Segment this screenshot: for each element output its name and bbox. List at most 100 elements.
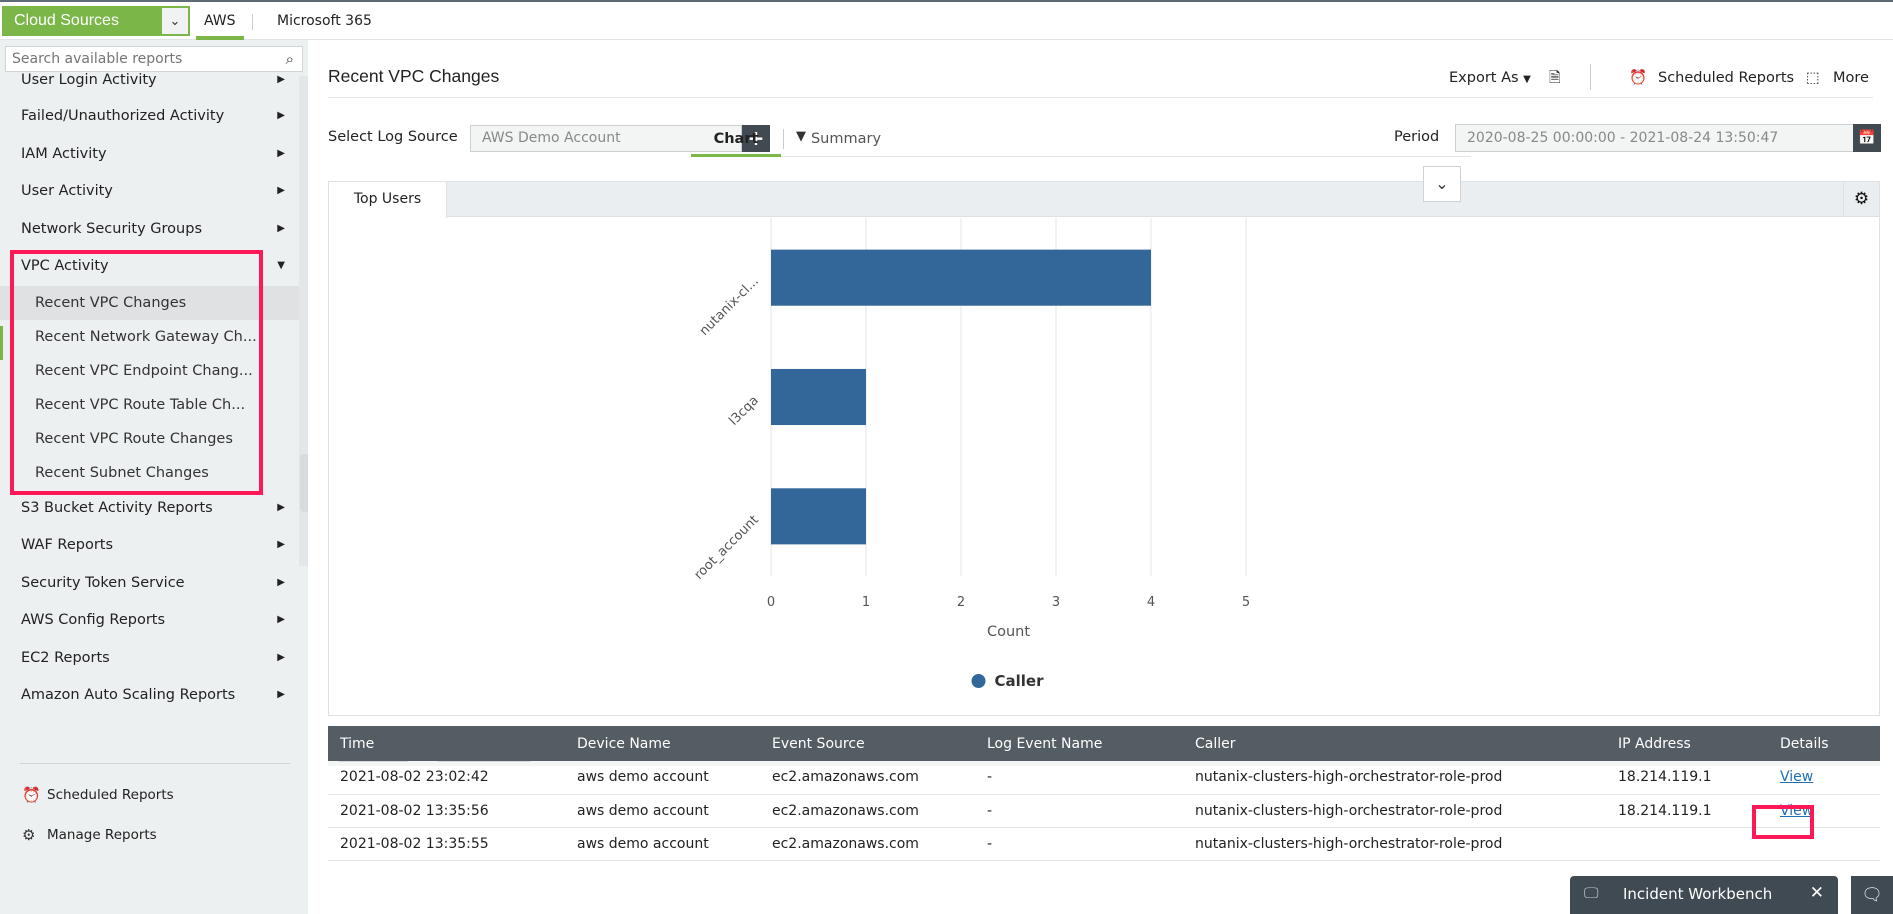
cell-device-name: aws demo account [565, 794, 760, 828]
cell-event-source: ec2.amazonaws.com [760, 827, 975, 861]
more-button[interactable]: More [1833, 66, 1869, 90]
sidebar-scheduled-reports-link[interactable]: ⏰ Scheduled Reports [20, 781, 174, 809]
sidebar-item-vpc-activity[interactable]: VPC Activity ▼ [0, 248, 299, 284]
bar [771, 249, 1151, 306]
tab-top-users[interactable]: Top Users [329, 182, 447, 218]
cell-log-event-name: - [975, 794, 1183, 828]
bar [771, 488, 866, 545]
page-title: Recent VPC Changes [328, 66, 500, 86]
caret-right-icon: ▶ [277, 74, 285, 85]
col-details[interactable]: Details [1768, 726, 1880, 761]
sidebar-item-label: Security Token Service [21, 575, 185, 591]
caret-right-icon: ▶ [277, 185, 285, 196]
alarm-clock-icon: ⏰ [1629, 70, 1648, 86]
x-tick-label: 1 [862, 595, 870, 610]
sidebar-item-label: User Login Activity [21, 72, 157, 88]
export-as-label: Export As [1449, 70, 1519, 86]
col-time[interactable]: Time [328, 726, 565, 761]
chart-tabs: Chart Summary [691, 127, 1471, 157]
sidebar-subitem-recent-vpc-changes[interactable]: Recent VPC Changes [0, 286, 299, 320]
caret-right-icon: ▶ [277, 539, 285, 550]
cell-details: View [1768, 761, 1880, 795]
sidebar: ⌕ User Login Activity ▶ Failed/Unauthori… [0, 40, 308, 914]
close-icon[interactable]: ✕ [1810, 883, 1824, 903]
sidebar-item-security-token-service[interactable]: Security Token Service ▶ [0, 565, 299, 601]
cell-caller: nutanix-clusters-high-orchestrator-role-… [1183, 761, 1606, 795]
period-field[interactable]: 2020-08-25 00:00:00 - 2021-08-24 13:50:4… [1455, 124, 1855, 152]
x-tick-label: 4 [1147, 595, 1155, 610]
tab-chart[interactable]: Chart [691, 127, 781, 157]
sidebar-subitem-recent-vpc-route-table-changes[interactable]: Recent VPC Route Table Ch... [0, 388, 299, 422]
cell-caller: nutanix-clusters-high-orchestrator-role-… [1183, 794, 1606, 828]
caret-right-icon: ▶ [277, 110, 285, 121]
calendar-icon[interactable]: 📅 [1853, 124, 1881, 152]
sidebar-collapse-handle[interactable] [300, 454, 308, 512]
cloud-sources-selector[interactable]: Cloud Sources ⌄ [2, 6, 190, 36]
sidebar-divider [20, 763, 290, 764]
tab-microsoft-365[interactable]: Microsoft 365 [277, 6, 372, 36]
scheduled-reports-button[interactable]: Scheduled Reports [1658, 66, 1794, 90]
chart-type-dropdown[interactable]: ⌄ [1423, 166, 1461, 202]
header-bar: Cloud Sources ⌄ AWS Microsoft 365 [0, 2, 1893, 40]
sidebar-item-amazon-auto-scaling-reports[interactable]: Amazon Auto Scaling Reports ▶ [0, 677, 299, 713]
y-category-label: nutanix-cl... [697, 274, 762, 339]
sidebar-item-label: Failed/Unauthorized Activity [21, 108, 225, 124]
gear-icon[interactable]: ⚙ [1843, 182, 1879, 217]
tab-summary[interactable]: Summary [801, 127, 891, 157]
sidebar-subitem-recent-vpc-endpoint-changes[interactable]: Recent VPC Endpoint Chang... [0, 354, 299, 388]
x-tick-label: 3 [1052, 595, 1060, 610]
sidebar-item-user-login-activity[interactable]: User Login Activity ▶ [0, 62, 299, 98]
cell-time: 2021-08-02 13:35:55 [328, 827, 565, 861]
table-header-row: Time Device Name Event Source Log Event … [328, 726, 1880, 761]
bar-chart: 0 1 2 3 4 5 nutanix-cl... l3cqa root_account Coun… [693, 218, 1250, 690]
sidebar-item-iam-activity[interactable]: IAM Activity ▶ [0, 136, 299, 172]
caret-right-icon: ▶ [277, 502, 285, 513]
caret-down-icon: ▼ [1523, 74, 1531, 85]
col-event-source[interactable]: Event Source [760, 726, 975, 761]
cell-device-name: aws demo account [565, 761, 760, 795]
cell-caller: nutanix-clusters-high-orchestrator-role-… [1183, 827, 1606, 861]
schedule-export-icon[interactable]: 🗎 [1549, 66, 1561, 90]
incident-workbench-bar[interactable]: 🖵 Incident Workbench ✕ [1570, 876, 1838, 914]
caret-right-icon: ▶ [277, 577, 285, 588]
table-row[interactable]: 2021-08-02 23:02:42 aws demo account ec2… [328, 761, 1880, 795]
sidebar-item-waf-reports[interactable]: WAF Reports ▶ [0, 527, 299, 563]
view-link[interactable]: View [1780, 769, 1813, 785]
view-link[interactable]: View [1780, 803, 1813, 819]
chevron-down-icon[interactable]: ⌄ [162, 8, 188, 34]
caret-right-icon: ▶ [277, 148, 285, 159]
sidebar-item-ec2-reports[interactable]: EC2 Reports ▶ [0, 640, 299, 676]
cell-ip-address: 18.214.119.1 [1606, 794, 1768, 828]
sidebar-item-label: S3 Bucket Activity Reports [21, 500, 213, 516]
sidebar-item-label: EC2 Reports [21, 650, 110, 666]
sidebar-item-label: Amazon Auto Scaling Reports [21, 687, 236, 703]
cloud-sources-label: Cloud Sources [14, 12, 119, 29]
x-tick-label: 0 [767, 595, 775, 610]
sidebar-subitem-recent-network-gateway-changes[interactable]: Recent Network Gateway Ch... [0, 320, 299, 354]
sidebar-item-label: Network Security Groups [21, 221, 203, 237]
toolbar-divider [1590, 64, 1591, 90]
sidebar-item-aws-config-reports[interactable]: AWS Config Reports ▶ [0, 602, 299, 638]
col-caller[interactable]: Caller [1183, 726, 1606, 761]
chat-icon[interactable]: 🗨 [1851, 876, 1893, 914]
sidebar-manage-reports-link[interactable]: ⚙ Manage Reports [20, 821, 157, 849]
sidebar-item-s3-bucket-activity-reports[interactable]: S3 Bucket Activity Reports ▶ [0, 490, 299, 526]
tab-aws[interactable]: AWS [196, 6, 244, 40]
sidebar-item-label: IAM Activity [21, 146, 107, 162]
sidebar-subitem-recent-subnet-changes[interactable]: Recent Subnet Changes [0, 456, 299, 490]
sidebar-item-user-activity[interactable]: User Activity ▶ [0, 173, 299, 209]
more-icon: ⬚ [1806, 70, 1820, 86]
title-divider [328, 97, 1873, 98]
col-device-name[interactable]: Device Name [565, 726, 760, 761]
sidebar-item-failed-unauthorized-activity[interactable]: Failed/Unauthorized Activity ▶ [0, 98, 299, 134]
col-ip-address[interactable]: IP Address [1606, 726, 1768, 761]
table-row[interactable]: 2021-08-02 13:35:56 aws demo account ec2… [328, 794, 1880, 828]
cell-event-source: ec2.amazonaws.com [760, 794, 975, 828]
cell-ip-address [1606, 827, 1768, 861]
export-as-button[interactable]: Export As ▼ [1449, 66, 1531, 90]
table-row[interactable]: 2021-08-02 13:35:55 aws demo account ec2… [328, 827, 1880, 861]
col-log-event-name[interactable]: Log Event Name [975, 726, 1183, 761]
sidebar-item-network-security-groups[interactable]: Network Security Groups ▶ [0, 211, 299, 247]
sidebar-subitem-recent-vpc-route-changes[interactable]: Recent VPC Route Changes [0, 422, 299, 456]
events-table: Time Device Name Event Source Log Event … [328, 726, 1880, 861]
